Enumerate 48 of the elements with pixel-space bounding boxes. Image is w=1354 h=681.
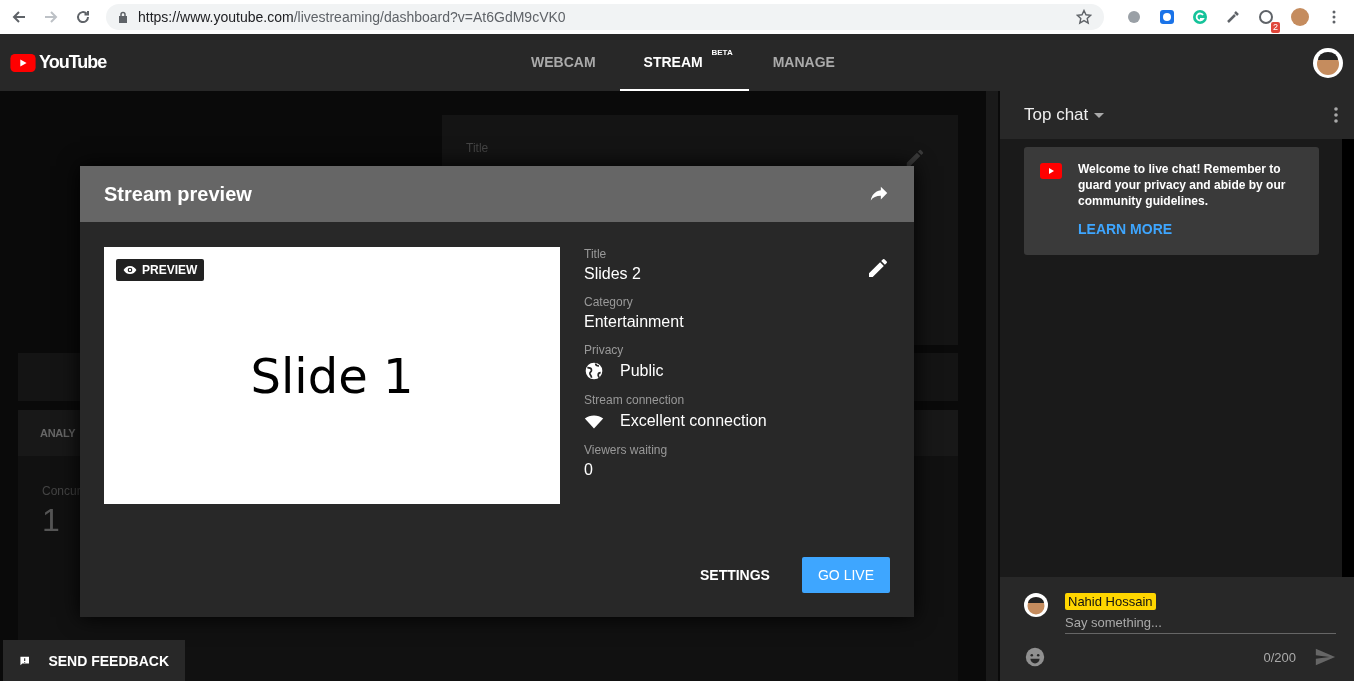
caret-icon — [1094, 112, 1105, 118]
avatar-icon — [1024, 593, 1048, 617]
field-value: Slides 2 — [584, 265, 641, 283]
extension-icon[interactable] — [1126, 9, 1142, 25]
field-label: Category — [584, 295, 634, 309]
chat-input[interactable]: Say something... — [1065, 610, 1336, 634]
play-icon — [1040, 163, 1062, 179]
author-name: Nahid Hossain — [1065, 593, 1156, 610]
youtube-logo[interactable]: YouTube — [10, 52, 107, 73]
eye-icon — [123, 263, 137, 277]
welcome-message: Welcome to live chat! Remember to guard your privacy and abide by our community guidelines. — [1078, 161, 1287, 209]
field-label: Viewers waiting — [584, 443, 669, 457]
pencil-icon — [904, 147, 926, 169]
edit-icon[interactable] — [866, 256, 890, 280]
field-label: Title — [584, 247, 608, 261]
settings-button[interactable]: SETTINGS — [683, 557, 786, 593]
field-value: Entertainment — [584, 313, 684, 331]
slide-title: Slide 1 — [250, 347, 414, 404]
field-label: Privacy — [584, 343, 625, 357]
field-label: Stream connection — [584, 393, 686, 407]
avatar-icon[interactable] — [1312, 46, 1344, 79]
extension-icon[interactable] — [1159, 9, 1175, 25]
more-icon[interactable] — [1334, 107, 1338, 123]
nav-tab[interactable]: WEBCAM — [515, 34, 612, 91]
chat-mode-dropdown[interactable]: Top chat — [1024, 105, 1105, 125]
learn-more-link[interactable]: LEARN MORE — [1078, 221, 1303, 237]
section-header: ANALY — [40, 427, 76, 439]
address-bar[interactable]: https://www.youtube.com/livestreaming/dashboard?v=At6GdM9cVK0 — [106, 4, 1104, 30]
globe-icon — [584, 361, 604, 381]
extension-icon[interactable] — [1258, 9, 1274, 25]
scrollbar[interactable] — [1342, 139, 1354, 577]
field-value: Public — [620, 362, 664, 380]
feedback-button[interactable]: SEND FEEDBACK — [3, 640, 185, 681]
reload-icon[interactable] — [75, 9, 91, 25]
emoji-icon[interactable] — [1024, 646, 1046, 668]
back-icon[interactable] — [11, 9, 27, 25]
character-counter: 0/200 — [1263, 649, 1296, 665]
scrollbar[interactable] — [986, 91, 998, 681]
dialog-title: Stream preview — [104, 182, 252, 206]
field-value: Excellent connection — [620, 412, 767, 430]
field-value: 0 — [584, 461, 593, 479]
badge-label: PREVIEW — [142, 263, 198, 277]
lock-icon — [118, 11, 128, 23]
send-icon[interactable] — [1314, 646, 1336, 668]
nav-tab[interactable]: MANAGE — [756, 34, 851, 91]
stat-value: 1 — [42, 502, 61, 539]
star-icon[interactable] — [1076, 9, 1092, 25]
notification-badge: 2 — [1271, 22, 1280, 33]
